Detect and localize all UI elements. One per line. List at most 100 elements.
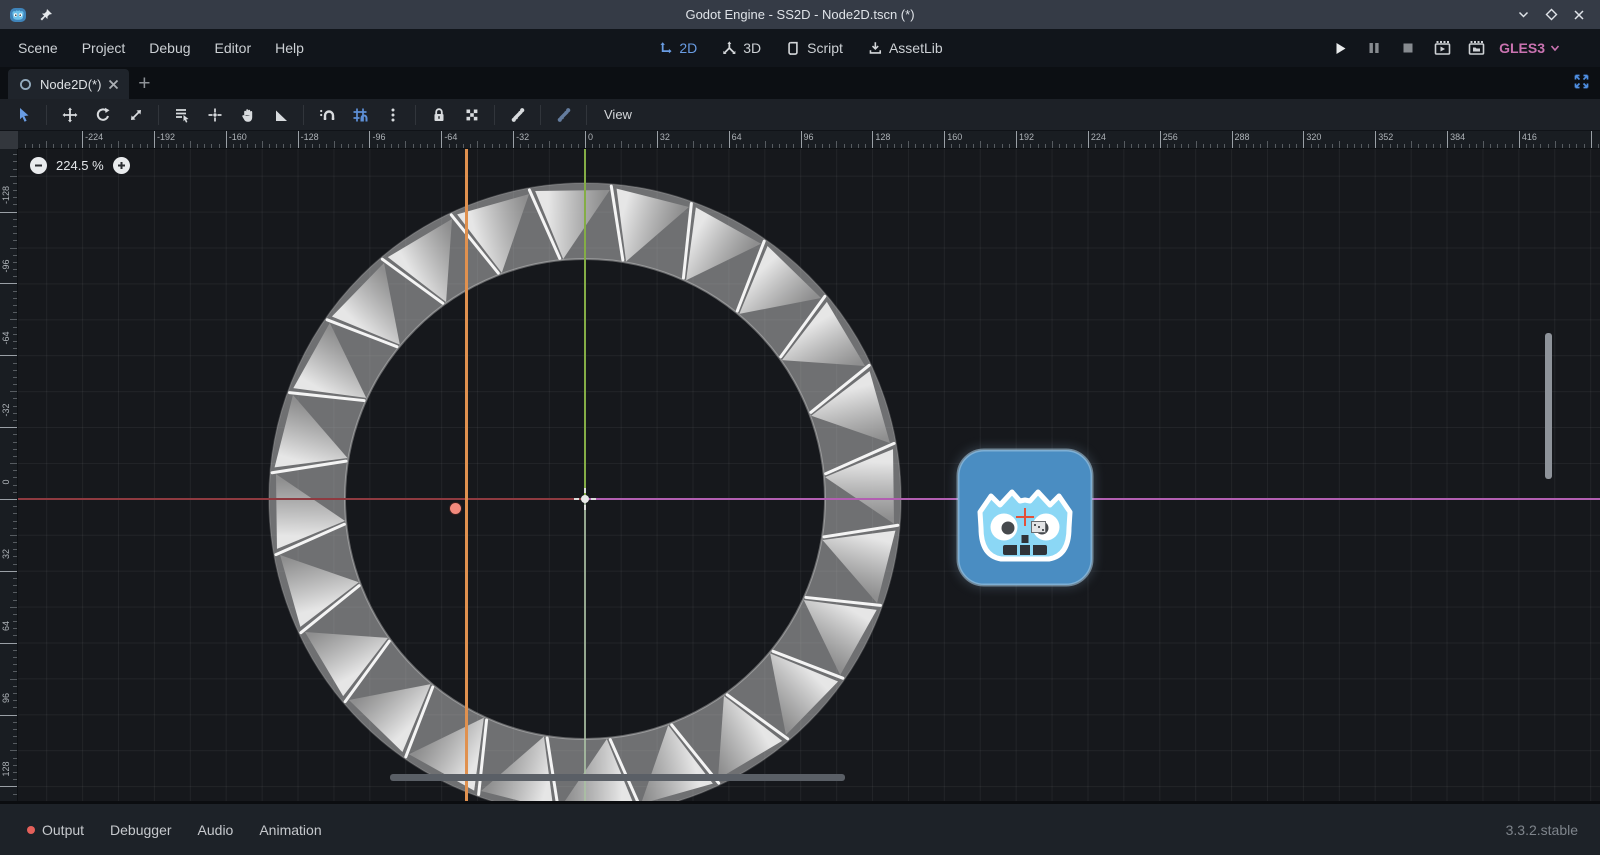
godot-editor-window: Godot Engine - SS2D - Node2D.tscn (*) Sc… <box>0 0 1600 855</box>
menu-project-label: Project <box>82 40 126 56</box>
shape-control-point[interactable] <box>450 503 461 514</box>
ruler-tick <box>1483 141 1484 149</box>
add-scene-tab-button[interactable]: + <box>129 69 159 99</box>
toolbar-separator <box>303 105 304 125</box>
view-menu-button[interactable]: View <box>594 101 642 129</box>
y-axis-green-lower <box>584 499 586 801</box>
ruler-tick <box>1052 141 1053 149</box>
title-bar: Godot Engine - SS2D - Node2D.tscn (*) <box>0 0 1600 29</box>
skeleton-options-button[interactable] <box>548 101 579 129</box>
lock-object-button[interactable] <box>423 101 454 129</box>
play-icon <box>1333 41 1348 56</box>
play-button[interactable] <box>1325 35 1355 61</box>
expand-bottom-panel-button[interactable] <box>1573 73 1590 93</box>
menu-project[interactable]: Project <box>70 29 138 67</box>
tab-close-button[interactable] <box>108 79 119 90</box>
play-custom-scene-button[interactable] <box>1461 35 1491 61</box>
main-screen-tab-assetlib[interactable]: AssetLib <box>855 29 955 67</box>
ruler-label: -64 <box>444 132 457 142</box>
group-object-button[interactable] <box>456 101 487 129</box>
main-screen-2d-label: 2D <box>679 40 697 56</box>
pan-tool-button[interactable] <box>232 101 263 129</box>
bottom-tab-debugger[interactable]: Debugger <box>97 804 185 855</box>
main-screen-tab-2d[interactable]: 2D <box>645 29 709 67</box>
window-minimize-button[interactable] <box>1514 6 1532 24</box>
menu-editor-label: Editor <box>215 40 252 56</box>
ruler-label: -96 <box>0 249 12 283</box>
bottom-tab-output[interactable]: Output <box>14 804 97 855</box>
smart-snap-button[interactable] <box>311 101 342 129</box>
rotate-tool-button[interactable] <box>87 101 118 129</box>
play-custom-scene-icon <box>1468 40 1485 56</box>
ruler-tick <box>298 131 299 149</box>
y-axis-green-upper <box>584 149 586 499</box>
zoom-out-button[interactable] <box>30 157 47 174</box>
ruler-tick <box>908 141 909 149</box>
ruler-tick <box>405 141 406 149</box>
window-maximize-button[interactable] <box>1542 6 1560 24</box>
ruler-tick <box>262 141 263 149</box>
godot-logo-icon <box>9 6 27 24</box>
expand-arrows-icon <box>1573 73 1590 90</box>
plus-icon <box>117 161 126 170</box>
bottom-panel-bar: Output Debugger Audio Animation 3.3.2.st… <box>0 801 1600 855</box>
menu-scene[interactable]: Scene <box>6 29 70 67</box>
zoom-in-button[interactable] <box>113 157 130 174</box>
list-select-icon <box>173 106 191 124</box>
ruler-tick <box>549 141 550 149</box>
play-scene-button[interactable] <box>1427 35 1457 61</box>
ruler-tool-button[interactable] <box>265 101 296 129</box>
ruler-label: 320 <box>1306 132 1321 142</box>
main-screen-tab-3d[interactable]: 3D <box>709 29 773 67</box>
horizontal-scrollbar[interactable] <box>390 774 845 781</box>
close-icon <box>1573 9 1585 21</box>
drag-position-chip <box>1031 521 1046 533</box>
main-screen-script-label: Script <box>807 40 843 56</box>
canvas-viewport: -224-192-160-128-96-64-32032649612816019… <box>0 131 1600 801</box>
stop-icon <box>1401 41 1415 55</box>
stop-button[interactable] <box>1393 35 1423 61</box>
grid-snap-icon <box>351 106 369 124</box>
bottom-tab-audio[interactable]: Audio <box>185 804 247 855</box>
menu-editor[interactable]: Editor <box>203 29 264 67</box>
scale-tool-button[interactable] <box>120 101 151 129</box>
smartshape-ring[interactable] <box>18 149 1600 801</box>
ruler-label: -96 <box>372 132 385 142</box>
bottom-tab-animation[interactable]: Animation <box>246 804 334 855</box>
main-screen-tab-script[interactable]: Script <box>773 29 855 67</box>
vertical-dots-icon <box>384 106 402 124</box>
grid-snap-button[interactable] <box>344 101 375 129</box>
menu-debug[interactable]: Debug <box>137 29 202 67</box>
ruler-label: 64 <box>0 609 12 643</box>
select-tool-button[interactable] <box>8 101 39 129</box>
menu-scene-label: Scene <box>18 40 58 56</box>
ruler-tick <box>0 427 18 428</box>
ruler-tick <box>765 141 766 149</box>
lock-icon <box>430 106 448 124</box>
move-tool-button[interactable] <box>54 101 85 129</box>
vertical-ruler[interactable]: -128-96-64-320326496128 <box>0 149 18 801</box>
renderer-select[interactable]: GLES3 <box>1495 40 1564 56</box>
pause-button[interactable] <box>1359 35 1389 61</box>
zoom-reset-label[interactable]: 224.5 % <box>56 158 104 173</box>
snap-options-menu-button[interactable] <box>377 101 408 129</box>
ruler-label: -32 <box>516 132 529 142</box>
horizontal-ruler[interactable]: -224-192-160-128-96-64-32032649612816019… <box>18 131 1600 149</box>
toolbar-separator <box>415 105 416 125</box>
chevron-down-icon <box>1517 8 1530 21</box>
main-screen-assetlib-label: AssetLib <box>889 40 943 56</box>
menu-help[interactable]: Help <box>263 29 316 67</box>
vertical-guide-orange[interactable] <box>465 149 468 801</box>
ruler-tick <box>1519 131 1520 149</box>
vertical-scrollbar[interactable] <box>1545 333 1552 479</box>
scene-tab-node2d[interactable]: Node2D(*) <box>8 69 129 99</box>
ruler-tick <box>513 131 514 149</box>
animation-label: Animation <box>259 822 321 838</box>
window-close-button[interactable] <box>1570 6 1588 24</box>
ruler-label: 96 <box>804 132 814 142</box>
bone-tool-button[interactable] <box>502 101 533 129</box>
list-select-tool-button[interactable] <box>166 101 197 129</box>
canvas-2d[interactable]: 224.5 % <box>18 149 1600 801</box>
pivot-tool-button[interactable] <box>199 101 230 129</box>
bone-icon <box>509 106 527 124</box>
